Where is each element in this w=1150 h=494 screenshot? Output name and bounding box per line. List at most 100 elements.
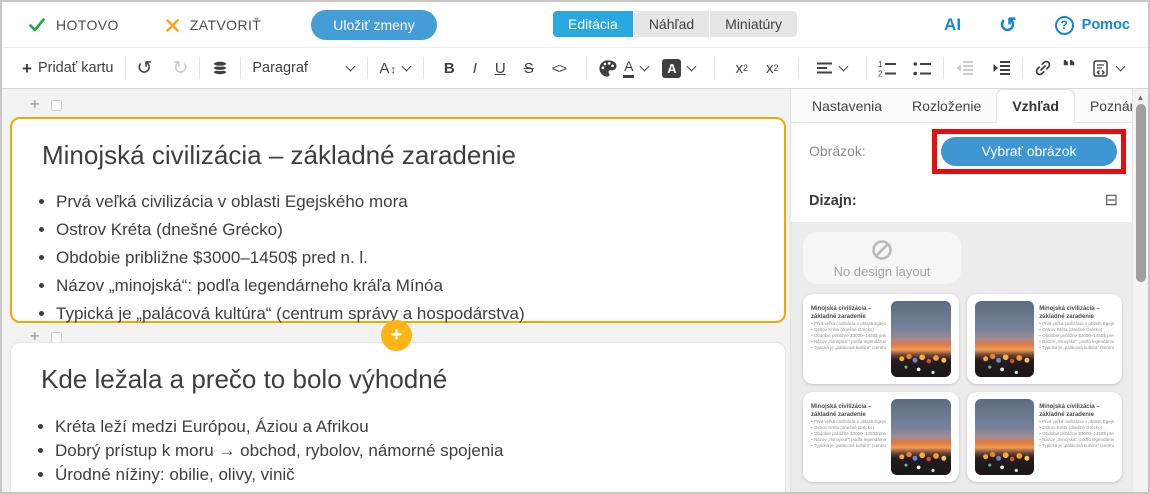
design-thumbnail[interactable]: Minojská civilizácia – základné zaradeni… (803, 294, 959, 384)
ai-button[interactable]: AI (944, 15, 961, 35)
underline-button[interactable]: U (495, 60, 506, 77)
check-icon (28, 17, 46, 33)
toolbar-divider (714, 57, 715, 79)
link-button[interactable] (1034, 59, 1052, 77)
thumb-text: Minojská civilizácia – základné zaradeni… (811, 301, 886, 377)
thumb-bullet: Typická je „palácová kultúra“ (centrum s… (811, 443, 886, 449)
snippet-icon (1091, 59, 1110, 78)
chevron-down-icon (839, 62, 849, 72)
strikethrough-button[interactable]: S (524, 60, 534, 77)
undo-redo-group: ↺ ↻ (137, 59, 189, 78)
inline-code-button[interactable]: <> (552, 60, 566, 76)
list-item[interactable]: Dobrý prístup k moru → obchod, rybolov, … (55, 439, 785, 463)
card-minojska-civilizacia[interactable]: Minojská civilizácia – základné zaradeni… (10, 117, 786, 323)
design-thumbnail[interactable]: Minojská civilizácia – základné zaradeni… (803, 392, 959, 482)
list-item[interactable]: Ostrov Kréta (dnešné Grécko) (56, 216, 784, 244)
help-button[interactable]: ? Pomoc (1055, 16, 1130, 35)
subscript-button[interactable]: x2 (766, 60, 779, 77)
list-item[interactable]: Typická je „palácová kultúra“ (centrum s… (56, 300, 784, 328)
prohibition-icon (870, 238, 894, 262)
add-card-above-button[interactable]: + (30, 97, 39, 113)
done-button[interactable]: HOTOVO (28, 17, 119, 33)
close-button[interactable]: ZATVORIŤ (165, 17, 261, 33)
card-title[interactable]: Kde ležala a prečo to bolo výhodné (41, 364, 785, 395)
toolbar-divider (586, 57, 587, 79)
top-bar: HOTOVO ZATVORIŤ Uložiť zmeny Editácia Ná… (2, 2, 1148, 48)
tab-nastavenia[interactable]: Nastavenia (797, 89, 897, 122)
align-dropdown[interactable] (816, 60, 849, 76)
text-color-icon: A (623, 58, 634, 78)
list-item[interactable]: Obdobie približne $3000–1450$ pred n. l. (56, 244, 784, 272)
select-card-checkbox[interactable] (51, 100, 62, 111)
list-item[interactable]: Prvá veľká civilizácia v oblasti Egejské… (56, 188, 784, 216)
plus-icon: + (22, 60, 32, 77)
outdent-button[interactable] (955, 60, 974, 76)
font-size-icon: A↕ (379, 60, 396, 77)
panel-scrollbar[interactable]: ▲ (1132, 89, 1148, 492)
no-design-layout-option[interactable]: No design layout (803, 232, 961, 284)
design-label: Dizajn: (809, 193, 857, 209)
thumb-bullet: Typická je „palácová kultúra“ (centrum s… (1039, 345, 1114, 351)
view-mode-tabs: Editácia Náhľad Miniatúry (553, 11, 797, 37)
card-title[interactable]: Minojská civilizácia – základné zaradeni… (42, 140, 784, 171)
list-item[interactable]: Názov „minojská“: podľa legendárneho krá… (56, 272, 784, 300)
ordered-list-button[interactable]: 12 (878, 60, 897, 77)
design-thumbnail[interactable]: Minojská civilizácia – základné zaradeni… (967, 294, 1123, 384)
select-card-checkbox[interactable] (51, 332, 62, 343)
bullet-list-icon (913, 60, 932, 77)
list-item[interactable]: Výhodná poloha pre diaľkový obchod (55, 487, 785, 492)
tab-vzhlad[interactable]: Vzhľad (996, 89, 1075, 123)
add-card-label: Pridať kartu (38, 60, 114, 76)
app-window: HOTOVO ZATVORIŤ Uložiť zmeny Editácia Ná… (0, 0, 1150, 494)
history-icon: ↺ (999, 14, 1017, 37)
undo-icon[interactable]: ↺ (137, 59, 153, 78)
font-size-dropdown[interactable]: A↕ (379, 60, 412, 77)
thumb-title: základné zaradenie (1039, 314, 1114, 322)
redo-icon[interactable]: ↻ (172, 59, 188, 78)
sunset-image (975, 301, 1035, 377)
paragraph-style-dropdown[interactable]: Paragraf (252, 60, 356, 76)
close-icon (165, 18, 180, 33)
superscript-button[interactable]: x2 (735, 60, 748, 77)
layers-button[interactable] (211, 59, 229, 77)
quote-button[interactable]: “ (1061, 60, 1076, 76)
indent-button[interactable] (992, 60, 1011, 76)
toolbar-divider (199, 57, 200, 79)
thumb-title: Minojská civilizácia – (811, 404, 886, 412)
thumb-title: základné zaradenie (811, 314, 886, 322)
tab-miniatury[interactable]: Miniatúry (710, 11, 797, 37)
ordered-list-icon: 12 (878, 60, 897, 77)
bold-button[interactable]: B (444, 60, 455, 77)
scrollbar-thumb[interactable] (1136, 104, 1146, 282)
image-label: Obrázok: (809, 143, 866, 159)
add-card-between-button[interactable]: + (381, 320, 412, 351)
tab-nahlad[interactable]: Náhľad (634, 11, 710, 37)
history-button[interactable]: ↺ (999, 15, 1017, 36)
toolbar-divider (423, 57, 424, 79)
bullet-list-button[interactable] (913, 60, 932, 77)
svg-text:2: 2 (878, 69, 883, 77)
bg-color-dropdown[interactable]: A (662, 59, 697, 78)
scroll-up-icon[interactable]: ▲ (1133, 93, 1148, 102)
collapse-section-icon[interactable]: ⊟ (1105, 193, 1118, 209)
toolbar-divider (240, 57, 241, 79)
italic-button[interactable]: I (473, 60, 477, 77)
card-kde-lezala[interactable]: Kde ležala a prečo to bolo výhodné Kréta… (10, 342, 786, 492)
tab-rozlozenie[interactable]: Rozloženie (897, 89, 996, 122)
list-item[interactable]: Kréta leží medzi Európou, Áziou a Afriko… (55, 415, 785, 439)
toolbar-divider (125, 57, 126, 79)
thumb-title: základné zaradenie (811, 412, 886, 420)
snippet-dropdown[interactable] (1091, 59, 1126, 78)
design-thumbnail[interactable]: Minojská civilizácia – základné zaradeni… (967, 392, 1123, 482)
tab-editacia[interactable]: Editácia (553, 11, 634, 37)
add-card-button[interactable]: + Pridať kartu (22, 60, 114, 77)
text-color-dropdown[interactable]: A (623, 58, 650, 78)
toolbar-divider (1022, 57, 1023, 79)
palette-button[interactable] (598, 59, 617, 78)
select-image-button[interactable]: Vybrať obrázok (941, 137, 1117, 166)
topbar-right-group: AI ↺ ? Pomoc (944, 2, 1130, 48)
formatting-toolbar: + Pridať kartu ↺ ↻ Paragraf A↕ B I (2, 48, 1148, 89)
list-item[interactable]: Úrodné nížiny: obilie, olivy, vinič (55, 463, 785, 487)
bullet-list: Prvá veľká civilizácia v oblasti Egejské… (12, 188, 784, 328)
save-changes-button[interactable]: Uložiť zmeny (311, 10, 437, 40)
